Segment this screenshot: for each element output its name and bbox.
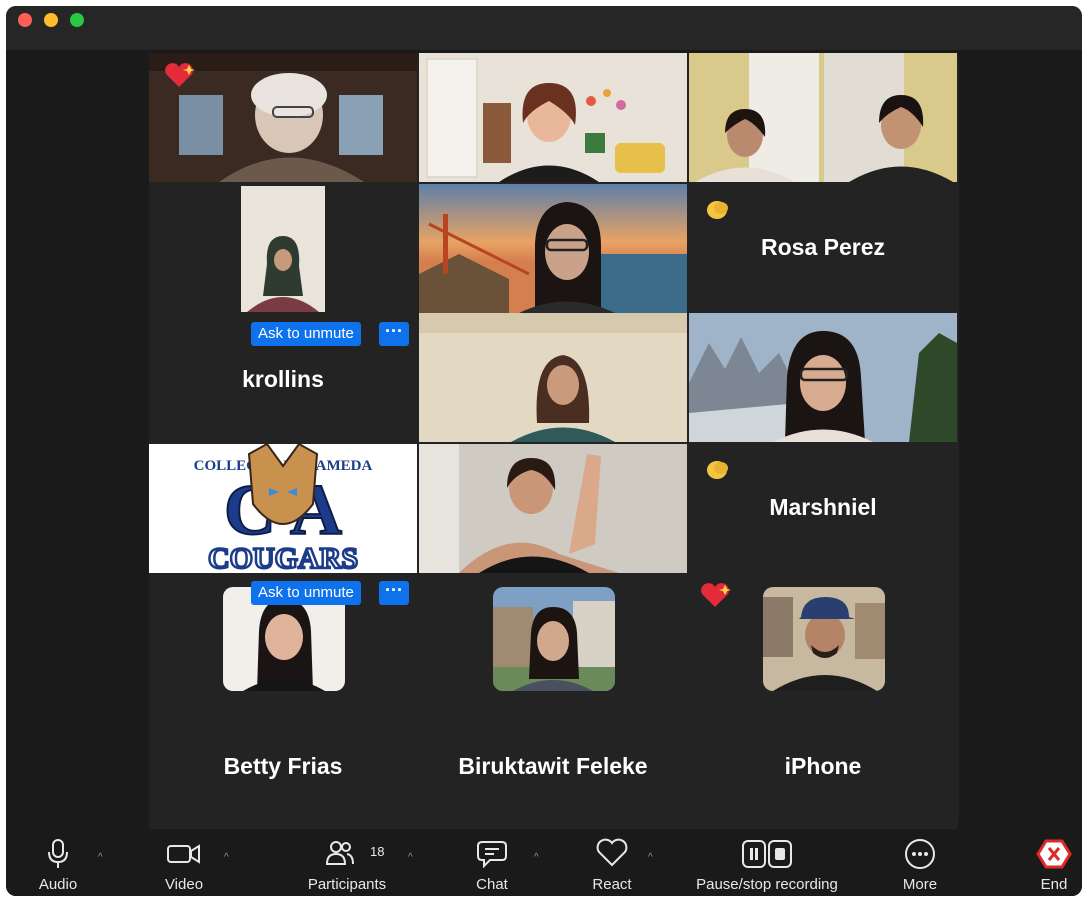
clap-reaction-icon <box>705 198 731 227</box>
tile-krollins[interactable]: Ask to unmute ··· krollins <box>149 184 417 442</box>
video-tile-participant-7[interactable] <box>419 313 687 442</box>
react-label: React <box>592 876 632 893</box>
more-button[interactable]: More <box>890 832 950 896</box>
krollins-video <box>241 186 325 312</box>
participant-5-video <box>419 184 687 313</box>
more-label: More <box>902 876 938 893</box>
biruktawit-feleke-video <box>493 587 615 691</box>
participant-name: krollins <box>242 366 324 392</box>
tile-college-logo[interactable]: COLLEGE OF ALAMEDA C A COUGARS <box>149 444 417 573</box>
end-label: End <box>1040 876 1068 893</box>
video-button[interactable]: Video <box>154 832 214 896</box>
end-meeting-button[interactable]: End <box>1024 832 1082 896</box>
heart-outline-icon <box>595 838 629 873</box>
ask-to-unmute-button[interactable]: Ask to unmute <box>251 581 361 605</box>
gallery-view: Ask to unmute ··· krollins Rosa Perez CO… <box>149 53 959 829</box>
zoom-window-button[interactable] <box>70 13 84 27</box>
participant-name: Biruktawit Feleke <box>458 753 648 779</box>
camera-icon <box>166 838 202 873</box>
participants-label: Participants <box>307 876 387 893</box>
title-bar <box>6 6 1082 50</box>
tile-biruktawit-feleke[interactable]: Biruktawit Feleke <box>419 575 687 829</box>
recording-label: Pause/stop recording <box>696 876 838 893</box>
video-tile-participant-10[interactable] <box>419 444 687 573</box>
heart-reaction-icon <box>699 581 731 614</box>
audio-label: Audio <box>38 876 78 893</box>
ellipsis-icon <box>904 838 936 875</box>
audio-options-caret[interactable]: ^ <box>98 852 103 863</box>
college-logo-image: COLLEGE OF ALAMEDA C A COUGARS <box>149 444 417 573</box>
video-tile-active-speaker[interactable] <box>419 53 687 182</box>
chat-button[interactable]: Chat <box>462 832 522 896</box>
ask-to-unmute-button[interactable]: Ask to unmute <box>251 322 361 346</box>
participant-name: Rosa Perez <box>760 234 886 260</box>
react-options-caret[interactable]: ^ <box>648 852 653 863</box>
people-icon <box>325 838 355 873</box>
video-options-caret[interactable]: ^ <box>224 852 229 863</box>
tile-iphone[interactable]: iPhone <box>689 575 957 829</box>
more-options-button[interactable]: ··· <box>379 581 409 605</box>
participant-name: Betty Frias <box>223 753 343 779</box>
chat-options-caret[interactable]: ^ <box>534 852 539 863</box>
meeting-toolbar: Audio ^ Video ^ 18 Participants ^ Chat ^ <box>6 832 1082 896</box>
participants-button[interactable]: 18 Participants <box>302 832 392 896</box>
meeting-window: Ask to unmute ··· krollins Rosa Perez CO… <box>6 6 1082 896</box>
participants-options-caret[interactable]: ^ <box>408 852 413 863</box>
tile-betty-frias[interactable]: Ask to unmute ··· Betty Frias <box>149 575 417 829</box>
participant-10-video <box>419 444 687 573</box>
more-options-button[interactable]: ··· <box>379 322 409 346</box>
heart-reaction-icon <box>163 61 195 94</box>
participant-name: iPhone <box>784 753 862 779</box>
video-tile-participant-1[interactable] <box>149 53 417 182</box>
minimize-window-button[interactable] <box>44 13 58 27</box>
participant-7-video <box>419 313 687 442</box>
participants-count: 18 <box>370 844 385 859</box>
close-window-button[interactable] <box>18 13 32 27</box>
clap-reaction-icon <box>705 458 731 487</box>
tile-marshniel[interactable]: Marshniel <box>689 444 957 573</box>
react-button[interactable]: React <box>582 832 642 896</box>
chat-icon <box>476 838 508 875</box>
video-label: Video <box>164 876 204 893</box>
video-tile-participant-3[interactable] <box>689 53 957 182</box>
participant-3-video <box>689 53 957 182</box>
close-icon <box>1036 838 1072 875</box>
audio-button[interactable]: Audio <box>28 832 88 896</box>
svg-text:COUGARS: COUGARS <box>208 542 358 573</box>
mic-icon <box>46 838 70 875</box>
chat-label: Chat <box>476 876 508 893</box>
video-tile-participant-5[interactable] <box>419 184 687 313</box>
pause-stop-recording-button[interactable]: Pause/stop recording <box>682 832 852 896</box>
pause-stop-icon <box>742 838 792 875</box>
video-tile-participant-8[interactable] <box>689 313 957 442</box>
tile-rosa-perez[interactable]: Rosa Perez <box>689 184 957 313</box>
participant-8-video <box>689 313 957 442</box>
participant-name: Marshniel <box>769 494 877 520</box>
participant-2-video <box>419 53 687 182</box>
iphone-video <box>763 587 885 691</box>
